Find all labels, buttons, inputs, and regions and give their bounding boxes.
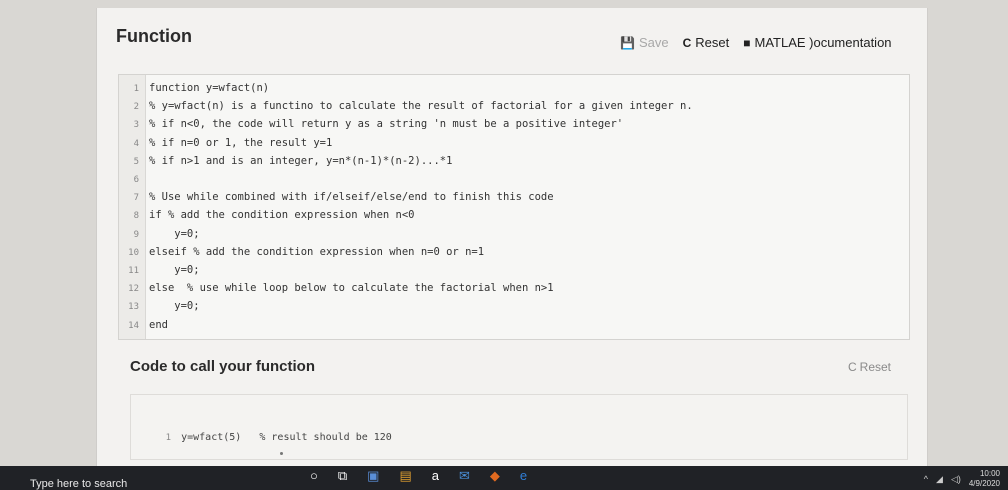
code-line: 8 if % add the condition expression when … xyxy=(119,206,415,224)
line-number: 7 xyxy=(133,193,139,204)
taskbar-icons: ○ ⧉ ▣ ▤ a ✉ ◆ e xyxy=(310,468,527,484)
code-text: % if n>1 and is an integer, y=n*(n-1)*(n… xyxy=(149,154,453,167)
app-icon[interactable]: ▣ xyxy=(367,468,379,484)
code-line: 5 % if n>1 and is an integer, y=n*(n-1)*(… xyxy=(119,152,453,170)
code-line: 13 y=0; xyxy=(119,297,200,315)
code-line: 6 xyxy=(119,170,149,188)
function-code-editor[interactable]: 1 function y=wfact(n) 2 % y=wfact(n) is a f… xyxy=(118,74,910,340)
clock[interactable]: 10:00 4/9/2020 xyxy=(969,469,1000,489)
save-icon: 💾 xyxy=(620,35,635,50)
code-line: 7 % Use while combined with if/elseif/els… xyxy=(119,188,554,206)
store-icon[interactable]: ▤ xyxy=(399,468,411,484)
line-number: 12 xyxy=(128,284,139,295)
line-number: 5 xyxy=(133,156,139,167)
matlab-icon[interactable]: ◆ xyxy=(490,468,500,484)
chevron-up-icon[interactable]: ^ xyxy=(924,474,928,484)
taskbar-search[interactable]: Type here to search xyxy=(30,478,127,490)
code-line: 4 % if n=0 or 1, the result y=1 xyxy=(119,134,333,152)
clock-date: 4/9/2020 xyxy=(968,479,1000,488)
documentation-label: MATLAE )ocumentation xyxy=(754,35,892,50)
code-text: elseif % add the condition expression wh… xyxy=(149,245,485,258)
code-line: 11 y=0; xyxy=(119,261,200,279)
line-number: 9 xyxy=(133,229,139,240)
code-text: y=0; xyxy=(149,264,200,276)
mail-icon[interactable]: ✉ xyxy=(459,468,470,484)
page-title: Function xyxy=(116,26,192,46)
code-line: 1 function y=wfact(n) xyxy=(119,79,270,97)
code-line: 2 % y=wfact(n) is a functino to calculate… xyxy=(119,97,693,115)
code-text: % if n=0 or 1, the result y=1 xyxy=(149,136,333,149)
code-text: else % use while loop below to calculate… xyxy=(149,282,554,295)
windows-taskbar: Type here to search ○ ⧉ ▣ ▤ a ✉ ◆ e ^ ◢ … xyxy=(0,466,1008,490)
code-text: function y=wfact(n) xyxy=(149,82,270,94)
call-reset-label: Reset xyxy=(859,360,892,374)
call-code-editor[interactable]: 1 y=wfact(5) % result should be 120 xyxy=(130,394,908,460)
line-number: 6 xyxy=(133,175,139,185)
call-code-text: y=wfact(5) % result should be 120 xyxy=(181,432,392,443)
book-icon: ■ xyxy=(743,35,751,50)
line-number: 1 xyxy=(165,433,172,443)
code-text: y=0; xyxy=(149,227,200,240)
code-line: 12 else % use while loop below to calcula… xyxy=(119,279,554,297)
code-text: % y=wfact(n) is a functino to calculate … xyxy=(149,100,693,113)
code-text: end xyxy=(149,318,168,331)
reset-icon: C xyxy=(682,35,692,50)
code-line: 3 % if n<0, the code will return y as a s… xyxy=(119,115,624,133)
code-line: 14 end xyxy=(119,316,168,334)
documentation-button[interactable]: ■ MATLAE )ocumentation xyxy=(743,35,891,50)
call-section-title: Code to call your function xyxy=(130,358,316,375)
code-line: 9 y=0; xyxy=(119,225,200,243)
cortana-icon[interactable]: ○ xyxy=(310,468,318,484)
line-number: 4 xyxy=(133,138,139,149)
code-line: 10 elseif % add the condition expression … xyxy=(119,243,484,261)
code-text: % if n<0, the code will return y as a st… xyxy=(149,118,624,131)
reset-button[interactable]: C Reset xyxy=(683,35,730,50)
line-number: 14 xyxy=(128,320,139,331)
edge-icon[interactable]: e xyxy=(520,468,527,484)
call-reset-button[interactable]: C Reset xyxy=(848,360,891,374)
cursor-mark xyxy=(280,452,283,455)
amazon-icon[interactable]: a xyxy=(432,468,439,484)
line-number: 2 xyxy=(133,102,139,113)
reset-label: Reset xyxy=(695,35,730,50)
line-number: 1 xyxy=(133,84,139,94)
task-view-icon[interactable]: ⧉ xyxy=(338,468,347,484)
save-label: Save xyxy=(638,35,669,50)
code-text: y=0; xyxy=(149,300,200,313)
network-icon[interactable]: ◢ xyxy=(936,474,943,485)
reset-icon: C xyxy=(848,360,857,374)
code-text: % Use while combined with if/elseif/else… xyxy=(149,191,554,204)
clock-time: 10:00 xyxy=(979,469,1000,478)
call-code-line: 1 y=wfact(5) % result should be 120 xyxy=(139,411,392,443)
save-button[interactable]: 💾 Save xyxy=(620,35,669,50)
line-number: 11 xyxy=(128,266,139,276)
line-number: 10 xyxy=(128,247,139,258)
toolbar: 💾 Save C Reset ■ MATLAE )ocumentation xyxy=(620,35,892,50)
line-number: 8 xyxy=(133,211,139,222)
system-tray: ^ ◢ ◁) 10:00 4/9/2020 xyxy=(924,469,1000,489)
code-text: if % add the condition expression when n… xyxy=(149,209,415,222)
line-number: 13 xyxy=(128,302,139,313)
line-number: 3 xyxy=(133,120,139,131)
volume-icon[interactable]: ◁) xyxy=(951,474,961,485)
